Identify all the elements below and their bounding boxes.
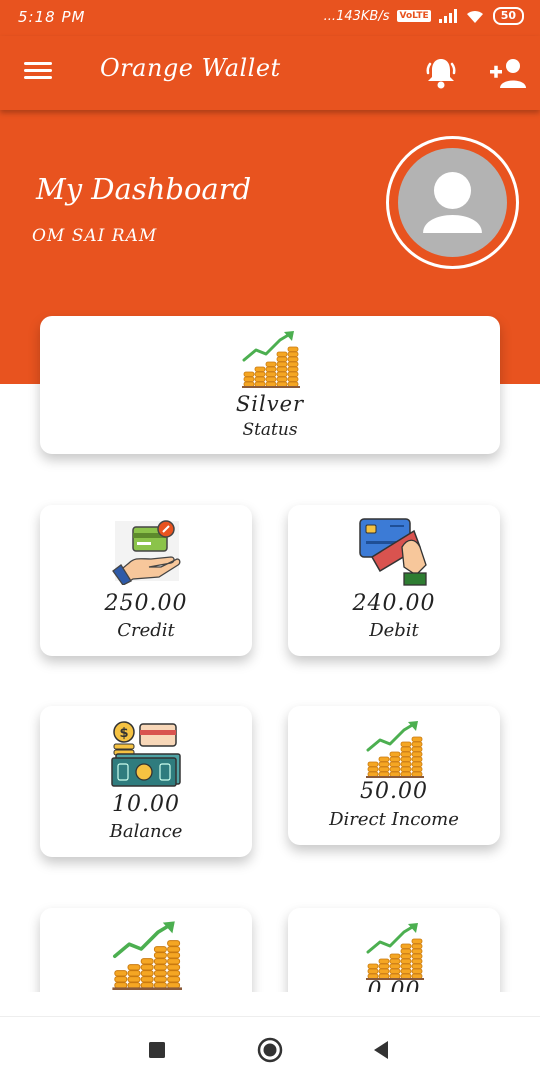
credit-hand-card-icon (112, 520, 181, 585)
dashboard-scroll-area[interactable]: My Dashboard OM SAI RAM Silver Status 25… (0, 110, 540, 992)
growth-coins-icon (366, 923, 424, 980)
circle-home-icon[interactable] (257, 1037, 283, 1063)
volte-badge: VoLTE (397, 10, 431, 22)
status-bar: 5:18 PM ...143KB/s VoLTE 50 (0, 0, 540, 36)
credit-card[interactable]: 250.00 Credit (40, 505, 252, 656)
app-bar: Orange Wallet (0, 36, 540, 110)
credit-value: 250.00 (104, 591, 188, 616)
add-user-icon[interactable] (488, 56, 528, 90)
user-name: OM SAI RAM (32, 226, 158, 246)
debit-card[interactable]: 240.00 Debit (288, 505, 500, 656)
debit-value: 240.00 (352, 591, 436, 616)
bell-icon[interactable] (424, 54, 458, 90)
credit-label: Credit (117, 620, 175, 641)
debit-card-hand-icon (359, 518, 427, 586)
wifi-icon (466, 10, 483, 23)
income-card-5[interactable] (40, 908, 252, 992)
status-indicators: ...143KB/s VoLTE 50 (324, 7, 524, 25)
app-title: Orange Wallet (100, 54, 281, 82)
hamburger-menu-icon[interactable] (24, 58, 54, 86)
triangle-back-icon[interactable] (368, 1037, 394, 1063)
growth-coins-icon (366, 721, 424, 778)
battery-icon: 50 (492, 7, 524, 25)
status-time: 5:18 PM (18, 8, 86, 26)
status-label: Status (242, 420, 298, 440)
direct-income-card[interactable]: 50.00 Direct Income (288, 706, 500, 845)
system-nav-bar (0, 1016, 540, 1080)
growth-coins-icon (242, 331, 300, 388)
signal-icon (438, 9, 457, 23)
network-speed: ...143KB/s (323, 8, 390, 24)
direct-income-label: Direct Income (329, 809, 459, 830)
square-recents-icon[interactable] (144, 1037, 170, 1063)
balance-card[interactable]: $ 10.00 Balance (40, 706, 252, 857)
user-avatar-icon[interactable] (398, 148, 507, 257)
balance-value: 10.00 (112, 792, 180, 817)
status-value: Silver (235, 392, 305, 416)
debit-label: Debit (369, 620, 419, 641)
avatar-frame (386, 136, 519, 269)
dashboard-title: My Dashboard (36, 172, 252, 206)
income-6-value: 0.00 (367, 978, 421, 992)
svg-text:$: $ (119, 726, 128, 741)
status-card[interactable]: Silver Status (40, 316, 500, 454)
income-card-6[interactable]: 0.00 (288, 908, 500, 992)
balance-label: Balance (109, 821, 183, 842)
direct-income-value: 50.00 (360, 779, 428, 804)
growth-coins-icon (112, 921, 182, 990)
balance-money-icon: $ (111, 721, 181, 787)
